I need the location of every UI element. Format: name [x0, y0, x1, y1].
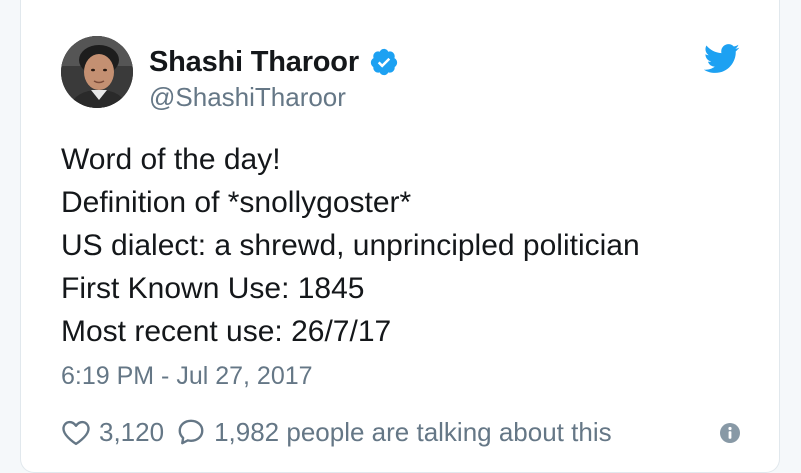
speech-bubble-icon	[176, 417, 206, 447]
author-display-name[interactable]: Shashi Tharoor	[149, 46, 359, 79]
author-name-row: Shashi Tharoor	[149, 44, 399, 80]
tweet-card: Shashi Tharoor @ShashiTharoor Word of th…	[20, 0, 780, 473]
info-icon[interactable]	[719, 422, 741, 444]
tweet-line: US dialect: a shrewd, unprincipled polit…	[61, 229, 640, 262]
talking-count: 1,982 people are talking about this	[214, 416, 612, 447]
talking-button[interactable]: 1,982 people are talking about this	[176, 417, 612, 448]
avatar-portrait	[61, 36, 133, 108]
tweet-text: Word of the day! Definition of *snollygo…	[61, 138, 761, 353]
engagement-bar: 3,120 1,982 people are talking about thi…	[61, 413, 761, 451]
avatar[interactable]	[61, 36, 133, 108]
heart-icon	[61, 418, 91, 446]
twitter-bird-icon[interactable]	[703, 44, 740, 74]
like-count: 3,120	[99, 416, 165, 447]
tweet-line: Most recent use: 26/7/17	[61, 315, 392, 348]
tweet-line: First Known Use: 1845	[61, 272, 365, 305]
tweet-timestamp[interactable]: 6:19 PM - Jul 27, 2017	[61, 362, 313, 391]
like-button[interactable]: 3,120	[61, 417, 164, 448]
tweet-line: Word of the day!	[61, 143, 281, 176]
author-handle[interactable]: @ShashiTharoor	[149, 82, 346, 113]
verified-badge-icon	[369, 47, 399, 77]
tweet-line: Definition of *snollygoster*	[61, 186, 412, 219]
